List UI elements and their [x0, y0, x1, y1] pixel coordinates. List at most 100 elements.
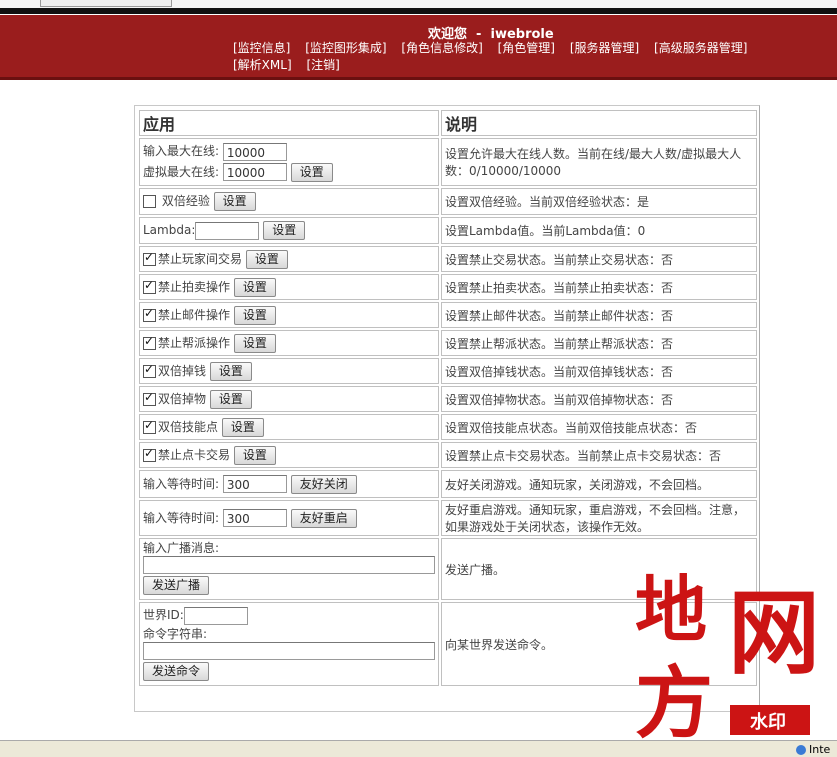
no-trade-label: 禁止玩家间交易 [158, 251, 243, 266]
set-no-mail-button[interactable]: 设置 [233, 305, 276, 325]
browser-toolbar [0, 0, 837, 14]
nav-advanced-server-manage[interactable]: [高级服务器管理] [654, 41, 747, 55]
no-auction-desc: 设置禁止拍卖状态。当前禁止拍卖状态：否 [441, 274, 757, 300]
set-double-item-button[interactable]: 设置 [209, 389, 252, 409]
nav-logout[interactable]: [注销] [306, 58, 339, 72]
no-guild-desc: 设置禁止帮派状态。当前禁止帮派状态：否 [441, 330, 757, 356]
max-online-input[interactable]: 10000 [222, 142, 287, 161]
page-header: 欢迎您 - iwebrole [监控信息] [监控图形集成] [角色信息修改] … [0, 15, 837, 80]
table-row: 禁止拍卖操作 设置 设置禁止拍卖状态。当前禁止拍卖状态：否 [139, 274, 757, 300]
shutdown-wait-label: 输入等待时间: [143, 476, 220, 491]
double-money-checkbox[interactable] [143, 362, 156, 378]
browser-toolbar-button[interactable] [40, 0, 172, 7]
send-broadcast-button[interactable]: 发送广播 [143, 576, 210, 595]
set-no-guild-button[interactable]: 设置 [233, 333, 276, 353]
lambda-input[interactable] [195, 221, 260, 240]
set-no-trade-button[interactable]: 设置 [245, 249, 288, 269]
column-header-desc: 说明 [441, 110, 757, 136]
double-item-desc: 设置双倍掉物状态。当前双倍掉物状态：否 [441, 386, 757, 412]
shutdown-desc: 友好关闭游戏。通知玩家，关闭游戏，不会回档。 [441, 470, 757, 498]
no-guild-checkbox[interactable] [143, 334, 156, 350]
browser-status-bar: Inte [0, 740, 837, 757]
max-online-desc: 设置允许最大在线人数。当前在线/最大人数/虚拟最大人数：0/10000/1000… [441, 138, 757, 186]
set-no-card-trade-button[interactable]: 设置 [233, 445, 276, 465]
no-mail-label: 禁止邮件操作 [158, 307, 231, 322]
no-card-trade-desc: 设置禁止点卡交易状态。当前禁止点卡交易状态：否 [441, 442, 757, 468]
send-command-button[interactable]: 发送命令 [143, 661, 210, 681]
nav-parse-xml[interactable]: [解析XML] [233, 58, 292, 72]
nav-role-manage[interactable]: [角色管理] [498, 41, 555, 55]
world-id-input[interactable] [183, 606, 248, 625]
table-row: 禁止玩家间交易 设置 设置禁止交易状态。当前禁止交易状态：否 [139, 246, 757, 272]
double-exp-desc: 设置双倍经验。当前双倍经验状态：是 [441, 188, 757, 215]
table-row: 输入等待时间: 300 友好重启 友好重启游戏。通知玩家，重启游戏，不会回档。注… [139, 500, 757, 536]
table-row: 双倍掉物 设置 设置双倍掉物状态。当前双倍掉物状态：否 [139, 386, 757, 412]
max-online-label: 输入最大在线: [143, 144, 220, 159]
nav-monitor-info[interactable]: [监控信息] [233, 41, 290, 55]
security-zone-text: Inte [809, 743, 831, 756]
nav-server-manage[interactable]: [服务器管理] [570, 41, 639, 55]
globe-icon [796, 745, 806, 755]
broadcast-label: 输入广播消息: [143, 541, 220, 555]
restart-desc: 友好重启游戏。通知玩家，重启游戏，不会回档。注意，如果游戏处于关闭状态，该操作无… [441, 500, 757, 536]
table-row: Lambda: 设置 设置Lambda值。当前Lambda值：0 [139, 217, 757, 244]
watermark-char-2: 网 [728, 579, 820, 687]
table-row: 输入等待时间: 300 友好关闭 友好关闭游戏。通知玩家，关闭游戏，不会回档。 [139, 470, 757, 498]
no-auction-checkbox[interactable] [143, 278, 156, 294]
security-zone: Inte [796, 743, 830, 756]
header-top-border [0, 8, 837, 14]
double-item-checkbox[interactable] [143, 390, 156, 406]
set-no-auction-button[interactable]: 设置 [233, 277, 276, 297]
table-row: 输入最大在线: 10000 虚拟最大在线: 10000 设置 设置允许最大在线人… [139, 138, 757, 186]
no-trade-checkbox[interactable] [143, 250, 156, 266]
table-row: 双倍掉钱 设置 设置双倍掉钱状态。当前双倍掉钱状态：否 [139, 358, 757, 384]
watermark-stamp: 地 网 方 水印 [630, 565, 830, 750]
world-id-label: 世界ID: [143, 608, 184, 622]
set-double-money-button[interactable]: 设置 [209, 361, 252, 381]
watermark-char-3: 方 [635, 658, 713, 749]
nav-monitor-graph[interactable]: [监控图形集成] [305, 41, 386, 55]
graceful-restart-button[interactable]: 友好重启 [290, 508, 357, 528]
no-card-trade-checkbox[interactable] [143, 446, 156, 462]
nav-menu: [监控信息] [监控图形集成] [角色信息修改] [角色管理] [服务器管理] … [233, 40, 773, 74]
restart-wait-input[interactable]: 300 [222, 509, 287, 527]
shutdown-wait-input[interactable]: 300 [222, 475, 287, 493]
table-row: 禁止点卡交易 设置 设置禁止点卡交易状态。当前禁止点卡交易状态：否 [139, 442, 757, 468]
double-exp-label: 双倍经验 [161, 194, 210, 208]
nav-role-info-edit[interactable]: [角色信息修改] [401, 41, 482, 55]
double-item-label: 双倍掉物 [158, 391, 207, 406]
command-string-label: 命令字符串: [143, 626, 208, 641]
no-mail-checkbox[interactable] [143, 306, 156, 322]
broadcast-input[interactable] [143, 556, 435, 574]
table-row: 双倍技能点 设置 设置双倍技能点状态。当前双倍技能点状态：否 [139, 414, 757, 440]
watermark-badge-text: 水印 [750, 711, 786, 733]
command-string-input[interactable] [143, 641, 435, 660]
table-row: 双倍经验 设置 设置双倍经验。当前双倍经验状态：是 [139, 188, 757, 215]
set-max-online-button[interactable]: 设置 [290, 162, 333, 182]
double-money-desc: 设置双倍掉钱状态。当前双倍掉钱状态：否 [441, 358, 757, 384]
set-double-skill-button[interactable]: 设置 [221, 417, 264, 437]
set-double-exp-button[interactable]: 设置 [213, 192, 256, 211]
watermark-char-1: 地 [635, 567, 707, 652]
virtual-max-online-label: 虚拟最大在线: [143, 164, 220, 179]
virtual-max-online-input[interactable]: 10000 [222, 163, 287, 182]
double-skill-checkbox[interactable] [143, 418, 156, 434]
graceful-shutdown-button[interactable]: 友好关闭 [290, 474, 357, 494]
no-mail-desc: 设置禁止邮件状态。当前禁止邮件状态：否 [441, 302, 757, 328]
table-row: 禁止帮派操作 设置 设置禁止帮派状态。当前禁止帮派状态：否 [139, 330, 757, 356]
lambda-desc: 设置Lambda值。当前Lambda值：0 [441, 217, 757, 244]
double-money-label: 双倍掉钱 [158, 363, 207, 378]
restart-wait-label: 输入等待时间: [143, 510, 220, 525]
watermark-graphic: 地 网 方 水印 [635, 567, 820, 749]
double-exp-checkbox[interactable] [143, 195, 156, 208]
lambda-label: Lambda: [143, 223, 196, 237]
table-row: 禁止邮件操作 设置 设置禁止邮件状态。当前禁止邮件状态：否 [139, 302, 757, 328]
column-header-app: 应用 [139, 110, 439, 136]
no-trade-desc: 设置禁止交易状态。当前禁止交易状态：否 [441, 246, 757, 272]
no-card-trade-label: 禁止点卡交易 [158, 447, 231, 462]
double-skill-desc: 设置双倍技能点状态。当前双倍技能点状态：否 [441, 414, 757, 440]
no-guild-label: 禁止帮派操作 [158, 335, 231, 350]
set-lambda-button[interactable]: 设置 [263, 221, 306, 240]
no-auction-label: 禁止拍卖操作 [158, 279, 231, 294]
double-skill-label: 双倍技能点 [158, 419, 219, 434]
